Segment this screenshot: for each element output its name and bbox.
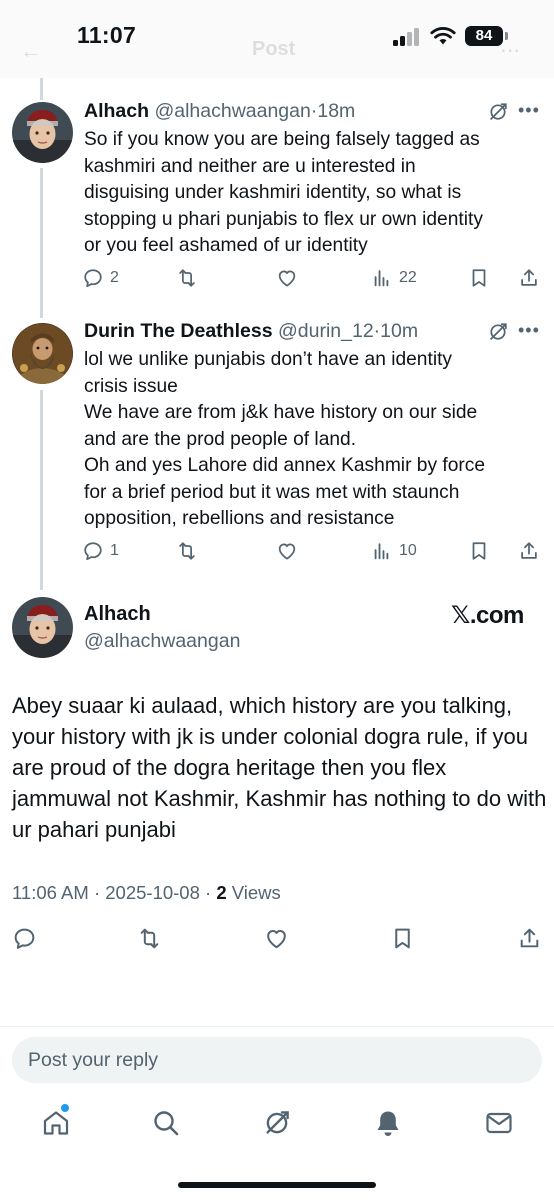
home-badge-dot — [61, 1104, 69, 1112]
bookmark-icon — [468, 267, 490, 289]
like-button[interactable] — [264, 926, 289, 951]
more-options-icon[interactable]: ••• — [518, 100, 540, 121]
share-button[interactable] — [518, 267, 540, 289]
back-arrow-icon[interactable]: ← — [20, 38, 42, 64]
author-handle[interactable]: @alhachwaangan — [84, 630, 240, 653]
bookmark-button[interactable] — [468, 267, 490, 289]
views-button[interactable]: 10 — [371, 540, 417, 562]
home-indicator[interactable] — [178, 1182, 376, 1188]
bookmark-button[interactable] — [390, 926, 415, 951]
divider — [0, 1026, 554, 1027]
repost-icon — [137, 926, 162, 951]
reply-button[interactable]: 2 — [82, 267, 119, 289]
author-handle[interactable]: @durin_12 — [278, 320, 374, 342]
more-options-icon[interactable]: ••• — [518, 320, 540, 341]
tweet-header: Alhach @alhachwaangan·18m — [84, 100, 355, 123]
reply-count: 1 — [110, 542, 119, 559]
author-handle[interactable]: @alhachwaangan — [154, 100, 310, 122]
share-button[interactable] — [518, 540, 540, 562]
repost-icon — [176, 267, 198, 289]
tweet-actions: 1 10 — [0, 540, 554, 566]
views-icon — [371, 540, 393, 562]
tab-home[interactable] — [41, 1108, 71, 1138]
grok-icon — [262, 1108, 292, 1138]
share-icon — [518, 267, 540, 289]
grok-icon[interactable] — [487, 101, 509, 123]
tab-messages[interactable] — [484, 1108, 514, 1138]
author-name[interactable]: Alhach — [84, 100, 149, 122]
tab-search[interactable] — [151, 1108, 181, 1138]
reply-icon — [12, 926, 37, 951]
avatar[interactable] — [12, 323, 73, 384]
repost-button[interactable] — [137, 926, 162, 951]
grok-icon[interactable] — [487, 321, 509, 343]
bookmark-icon — [468, 540, 490, 562]
status-bar: ← Post ⋯ 11:07 84 — [0, 0, 554, 78]
author-name[interactable]: Durin The Deathless — [84, 320, 273, 342]
home-icon — [43, 1111, 69, 1135]
views-count: 22 — [399, 269, 417, 286]
dot-separator: · — [93, 882, 106, 903]
share-icon — [518, 540, 540, 562]
thread-connector — [40, 168, 43, 318]
like-button[interactable] — [276, 267, 304, 289]
tweet-meta: 11:06 AM · 2025-10-08 · 2 Views — [12, 882, 281, 904]
author-name[interactable]: Alhach — [84, 603, 151, 626]
notifications-icon — [377, 1111, 399, 1136]
bottom-tab-bar — [0, 1100, 554, 1150]
tab-grok[interactable] — [262, 1108, 292, 1138]
reply-count: 2 — [110, 269, 119, 286]
like-icon — [276, 540, 298, 562]
thread-connector — [40, 78, 43, 100]
reply-button[interactable]: 1 — [82, 540, 119, 562]
reply-icon — [82, 267, 104, 289]
views-label[interactable]: Views — [232, 882, 281, 903]
status-time: 11:07 — [77, 22, 137, 48]
like-icon — [276, 267, 298, 289]
cellular-signal-icon — [393, 28, 421, 46]
wifi-icon — [430, 27, 456, 45]
tweet-text: Abey suaar ki aulaad, which history are … — [12, 693, 547, 842]
views-count: 2 — [216, 882, 227, 903]
page-title: Post — [252, 38, 296, 60]
views-button[interactable]: 22 — [371, 267, 417, 289]
tweet-time: 10m — [380, 320, 419, 342]
avatar[interactable] — [12, 597, 73, 658]
reply-button[interactable] — [12, 926, 37, 951]
share-icon — [517, 926, 542, 951]
tweet-time: 18m — [317, 100, 356, 122]
reply-input[interactable]: Post your reply — [12, 1037, 542, 1083]
tweet-actions: 2 22 — [0, 267, 554, 293]
share-button[interactable] — [517, 926, 542, 951]
avatar[interactable] — [12, 102, 73, 163]
bookmark-icon — [390, 926, 415, 951]
tab-notifications[interactable] — [373, 1108, 403, 1138]
reply-placeholder: Post your reply — [28, 1049, 159, 1071]
reply-icon — [82, 540, 104, 562]
search-icon — [154, 1111, 179, 1136]
like-icon — [264, 926, 289, 951]
more-icon[interactable]: ⋯ — [500, 38, 520, 63]
repost-icon — [176, 540, 198, 562]
tweet-date: 2025-10-08 — [105, 882, 200, 903]
battery-tip — [505, 32, 508, 40]
x-watermark: 𝕏.com — [451, 602, 524, 629]
repost-button[interactable] — [176, 540, 204, 562]
dot-separator: · — [205, 882, 217, 903]
messages-icon — [486, 1112, 512, 1134]
views-count: 10 — [399, 542, 417, 559]
tweet-header: Durin The Deathless @durin_12·10m — [84, 320, 418, 343]
repost-button[interactable] — [176, 267, 204, 289]
tweet-time: 11:06 AM — [12, 882, 89, 903]
like-button[interactable] — [276, 540, 304, 562]
tweet-actions — [0, 926, 554, 954]
tweet-text: lol we unlike punjabis don’t have an ide… — [84, 349, 486, 529]
battery-indicator: 84 — [465, 26, 503, 46]
views-icon — [371, 267, 393, 289]
tweet-text: So if you know you are being falsely tag… — [84, 129, 483, 256]
bookmark-button[interactable] — [468, 540, 490, 562]
